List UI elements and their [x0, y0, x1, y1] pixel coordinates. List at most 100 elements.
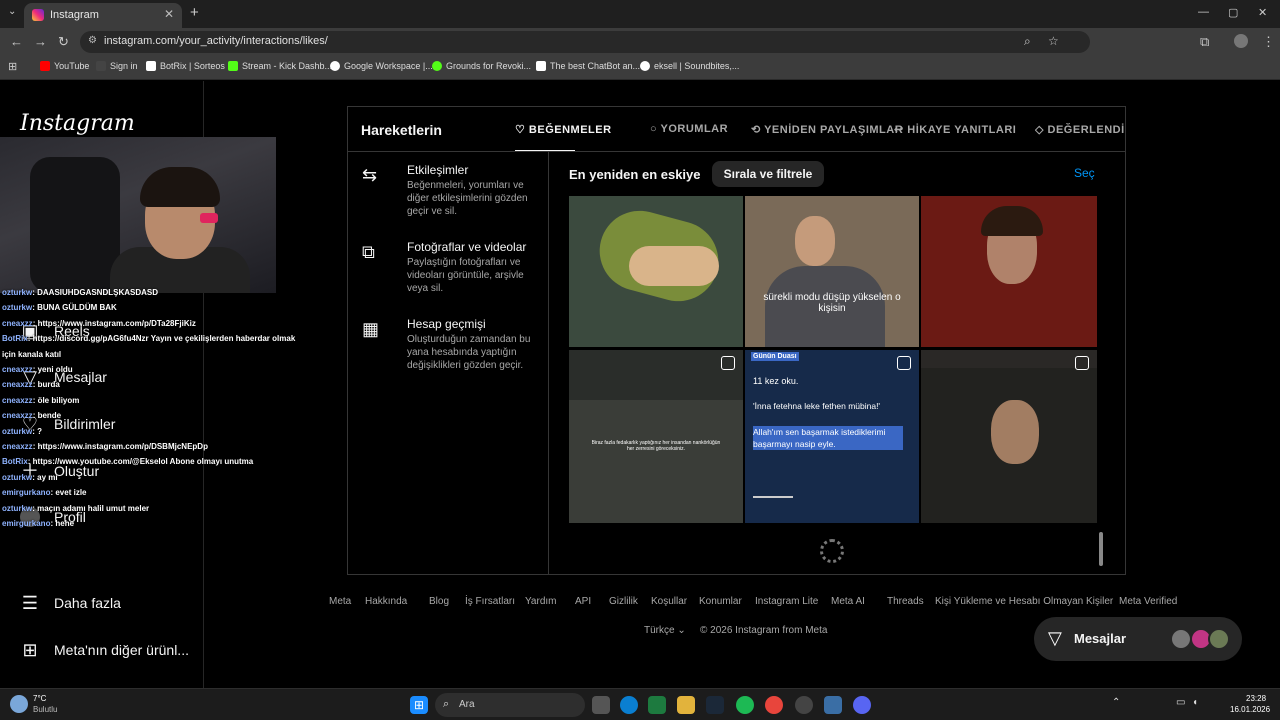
windows-start-icon[interactable]: ⊞ [410, 696, 428, 714]
chat-username: emirgurkano [2, 519, 51, 528]
sidebar-item-more[interactable]: ☰ Daha fazla [20, 593, 121, 613]
bookmark-grounds[interactable]: Grounds for Revoki... [432, 61, 531, 71]
zoom-icon[interactable]: ⌕ [1024, 34, 1031, 49]
footer-link[interactable]: Hakkında [365, 596, 407, 607]
back-icon[interactable]: ← [10, 34, 23, 49]
file-explorer-icon[interactable] [677, 696, 695, 714]
tab-reposts[interactable]: ⟲ YENİDEN PAYLAŞIMLAR [751, 123, 903, 136]
maximize-button[interactable]: ▢ [1228, 6, 1238, 19]
footer-link[interactable]: Yardım [525, 596, 557, 607]
person-image [795, 216, 835, 266]
chat-message: cneaxzz: öle biliyom [2, 396, 79, 405]
footer-link[interactable]: Konumlar [699, 596, 742, 607]
volume-icon[interactable]: ◖ [1192, 697, 1198, 708]
liked-post-thumbnail[interactable] [921, 196, 1097, 347]
footer-link[interactable]: Meta AI [831, 596, 865, 607]
sort-filter-button[interactable]: Sırala ve filtrele [712, 161, 824, 187]
scrollbar[interactable] [1097, 197, 1105, 575]
chat-message: ozturkw: DAASIUHDGASNDLŞKASDASD [2, 288, 158, 297]
language-select[interactable]: Türkçe ⌄ [644, 625, 686, 636]
footer-link[interactable]: Meta [329, 596, 351, 607]
sort-label: En yeniden en eskiye [569, 167, 701, 182]
bookmark-sign-in[interactable]: Sign in [96, 61, 138, 71]
minimize-button[interactable]: — [1198, 6, 1209, 18]
panel-title: Hareketlerin [361, 122, 442, 138]
spotify-icon[interactable] [736, 696, 754, 714]
discord-icon[interactable] [853, 696, 871, 714]
tab-instagram[interactable]: Instagram ✕ [24, 3, 182, 28]
chat-username: BotRix [2, 334, 28, 344]
dua-line: Allah'ım sen başarmak istediklerimi başa… [753, 426, 903, 450]
tab-story-replies[interactable]: ↩ HİKAYE YANITLARI [894, 123, 1016, 136]
sidebar-item-meta-products[interactable]: ⊞ Meta'nın diğer ürünl... [20, 640, 189, 660]
clock-time: 23:28 [1246, 694, 1267, 703]
dua-line: 11 kez oku. [753, 376, 799, 386]
site-info-icon[interactable]: ⚙ [88, 35, 97, 46]
tab-list-icon[interactable]: ⌄ [8, 6, 16, 17]
liked-post-thumbnail[interactable] [569, 196, 743, 347]
tray-chevron-icon[interactable]: ⌃ [1112, 697, 1120, 708]
menu-account-history[interactable]: ▦ Hesap geçmişi Oluşturduğun zamandan bu… [348, 317, 548, 377]
chat-text: : maçın adamı halil umut meler [32, 503, 150, 513]
weather-icon[interactable] [10, 695, 28, 713]
calendar-icon: ▦ [362, 319, 380, 339]
scrollbar-thumb[interactable] [1099, 532, 1103, 566]
network-icon[interactable]: ▭ [1176, 697, 1185, 708]
chrome-icon[interactable] [765, 696, 783, 714]
select-link[interactable]: Seç [1074, 166, 1095, 180]
tab-close-icon[interactable]: ✕ [164, 7, 174, 21]
chat-message: ozturkw: ay mı [2, 473, 58, 482]
obs-icon[interactable] [795, 696, 813, 714]
footer-link[interactable]: Blog [429, 596, 449, 607]
liked-post-thumbnail[interactable]: sürekli modu düşüp yükselen o kişisin [745, 196, 919, 347]
steam-icon[interactable] [706, 696, 724, 714]
edge-icon[interactable] [620, 696, 638, 714]
chat-username: cneaxzz [2, 380, 33, 390]
footer-link[interactable]: Koşullar [651, 596, 687, 607]
tab-reviews[interactable]: ◇ DEĞERLENDİR [1035, 123, 1125, 136]
extensions-icon[interactable]: ⧉ [1200, 34, 1209, 50]
liked-reel-thumbnail[interactable]: Biraz fazla fedakarlık yaptığınız her in… [569, 350, 743, 523]
footer-link[interactable]: Meta Verified [1119, 596, 1177, 607]
thumbnail-caption: sürekli modu düşüp yükselen o kişisin [763, 292, 901, 314]
address-bar[interactable]: ⚙ instagram.com/your_activity/interactio… [80, 31, 1090, 53]
audio-waveform [753, 496, 793, 498]
close-window-button[interactable]: ✕ [1258, 6, 1267, 19]
tab-comments[interactable]: ○ YORUMLAR [650, 123, 728, 135]
app-icon[interactable] [824, 696, 842, 714]
menu-photos-videos[interactable]: ⧉ Fotoğraflar ve videolar Paylaştığın fo… [348, 240, 548, 300]
task-view-icon[interactable] [592, 696, 610, 714]
menu-icon: ☰ [21, 593, 39, 613]
forward-icon[interactable]: → [34, 34, 47, 49]
bookmark-google-workspace[interactable]: Google Workspace |... [330, 61, 433, 71]
footer-link[interactable]: Threads [887, 596, 924, 607]
chat-username: cneaxzz [2, 395, 33, 405]
footer-link[interactable]: Instagram Lite [755, 596, 818, 607]
tab-likes[interactable]: ♡ BEĞENMELER [515, 123, 612, 136]
taskbar-search[interactable]: ⌕ Ara [435, 693, 585, 717]
footer-link[interactable]: Gizlilik [609, 596, 638, 607]
liked-reel-thumbnail[interactable]: Günün Duası 11 kez oku. 'İnna fetehna le… [745, 350, 919, 523]
apps-grid-icon[interactable]: ⊞ [8, 60, 17, 73]
reload-icon[interactable]: ↻ [58, 34, 69, 50]
messages-button[interactable]: ▽ Mesajlar [1034, 617, 1242, 661]
bookmark-botrix[interactable]: BotRix | Sorteos [146, 61, 225, 71]
bookmark-chatbot[interactable]: The best ChatBot an... [536, 61, 640, 71]
chat-message: ozturkw: ? [2, 427, 42, 436]
excel-icon[interactable] [648, 696, 666, 714]
liked-reel-thumbnail[interactable] [921, 350, 1097, 523]
footer-link[interactable]: Kişi Yükleme ve Hesabı Olmayan Kişiler [935, 596, 1113, 607]
chat-message: cneaxzz: bende [2, 411, 61, 420]
bookmark-youtube[interactable]: YouTube [40, 61, 89, 71]
instagram-logo[interactable]: Instagram [20, 111, 135, 136]
new-tab-button[interactable]: + [190, 4, 199, 21]
footer-link[interactable]: İş Fırsatları [465, 596, 515, 607]
menu-interactions[interactable]: ⇆ Etkileşimler Beğenmeleri, yorumları ve… [348, 163, 548, 223]
profile-avatar[interactable] [1234, 34, 1248, 48]
stream-chat-overlay: ozturkw: DAASIUHDGASNDLŞKASDASD ozturkw: … [0, 288, 330, 528]
bookmark-kick[interactable]: Stream - Kick Dashb... [228, 61, 332, 71]
bookmark-star-icon[interactable]: ☆ [1048, 34, 1059, 48]
bookmark-eksell[interactable]: eksell | Soundbites,... [640, 61, 739, 71]
footer-link[interactable]: API [575, 596, 591, 607]
more-menu-icon[interactable]: ⋮ [1262, 34, 1275, 50]
